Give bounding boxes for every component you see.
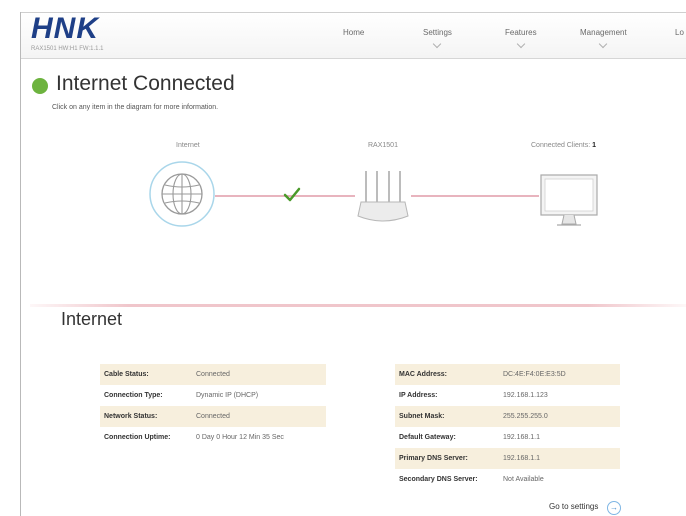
row-key: Subnet Mask: (395, 406, 499, 427)
row-value: 192.168.1.1 (499, 448, 620, 469)
status-title: Internet Connected (56, 72, 235, 95)
status-subtitle: Click on any item in the diagram for mor… (52, 104, 219, 111)
internet-status-table-left: Cable Status: Connected Connection Type:… (100, 364, 326, 448)
table-row: Network Status: Connected (100, 406, 326, 427)
row-key: IP Address: (399, 392, 438, 399)
router-model: RAX1501 (368, 142, 398, 149)
table-row: MAC Address: DC:4E:F4:0E:E3:5D (395, 364, 620, 385)
row-value: Connected (192, 406, 326, 427)
go-to-settings-link[interactable]: Go to settings (549, 502, 598, 511)
globe-icon[interactable] (149, 161, 215, 227)
window-left-border (20, 12, 21, 516)
checkmark-icon (283, 186, 301, 204)
row-value: Not Available (503, 476, 544, 483)
table-row: Cable Status: Connected (100, 364, 326, 385)
nav-logout[interactable]: Lo (675, 28, 684, 37)
row-value: 192.168.1.123 (503, 392, 548, 399)
clients-label-text: Connected Clients: (531, 142, 591, 149)
row-key: Primary DNS Server: (395, 448, 499, 469)
nav-features[interactable]: Features (505, 28, 537, 49)
firmware-info: RAX1501 HW:H1 FW:1.1.1 (31, 46, 104, 52)
internet-section-title: Internet (61, 309, 123, 329)
row-key: Network Status: (100, 406, 192, 427)
row-key: Secondary DNS Server: (399, 476, 478, 483)
diagram-clients-label: Connected Clients: 1 (531, 142, 596, 149)
nav-logout-label: Lo (675, 28, 684, 37)
row-value: Dynamic IP (DHCP) (196, 392, 259, 399)
diagram-internet-label: Internet (176, 142, 200, 149)
nav-management[interactable]: Management (580, 28, 627, 49)
chevron-down-icon (433, 39, 442, 49)
internet-status-table-right: MAC Address: DC:4E:F4:0E:E3:5D IP Addres… (395, 364, 620, 490)
header-bar: HNK RAX1501 HW:H1 FW:1.1.1 Home Settings… (21, 13, 686, 59)
clients-count: 1 (592, 142, 597, 149)
diagram-router-label: RAX1501 (368, 142, 398, 149)
table-row: Connection Uptime: 0 Day 0 Hour 12 Min 3… (100, 427, 326, 448)
nav-home-label: Home (343, 28, 365, 37)
connection-line-clients (411, 195, 539, 197)
row-value: 192.168.1.1 (503, 434, 540, 441)
nav-features-label: Features (505, 28, 537, 37)
table-row: Primary DNS Server: 192.168.1.1 (395, 448, 620, 469)
table-row: Subnet Mask: 255.255.255.0 (395, 406, 620, 427)
row-value: DC:4E:F4:0E:E3:5D (499, 364, 620, 385)
chevron-down-icon (516, 39, 526, 49)
brand-logo[interactable]: HNK (31, 13, 99, 45)
row-key: Connection Uptime: (104, 434, 171, 441)
row-value: 255.255.255.0 (499, 406, 620, 427)
arrow-right-icon[interactable]: → (607, 501, 621, 515)
row-key: MAC Address: (395, 364, 499, 385)
monitor-icon[interactable] (539, 172, 601, 230)
row-key: Default Gateway: (399, 434, 456, 441)
router-icon[interactable] (355, 168, 411, 230)
row-key: Cable Status: (100, 364, 192, 385)
row-key: Connection Type: (104, 392, 163, 399)
nav-home[interactable]: Home (343, 28, 364, 37)
section-divider (30, 304, 686, 307)
row-value: 0 Day 0 Hour 12 Min 35 Sec (196, 434, 284, 441)
table-row: Secondary DNS Server: Not Available (395, 469, 620, 490)
nav-settings[interactable]: Settings (423, 28, 452, 49)
row-value: Connected (192, 364, 326, 385)
status-indicator-icon (32, 78, 48, 94)
table-row: IP Address: 192.168.1.123 (395, 385, 620, 406)
nav-management-label: Management (580, 28, 627, 37)
table-row: Connection Type: Dynamic IP (DHCP) (100, 385, 326, 406)
nav-settings-label: Settings (423, 28, 452, 37)
chevron-down-icon (599, 39, 608, 49)
table-row: Default Gateway: 192.168.1.1 (395, 427, 620, 448)
